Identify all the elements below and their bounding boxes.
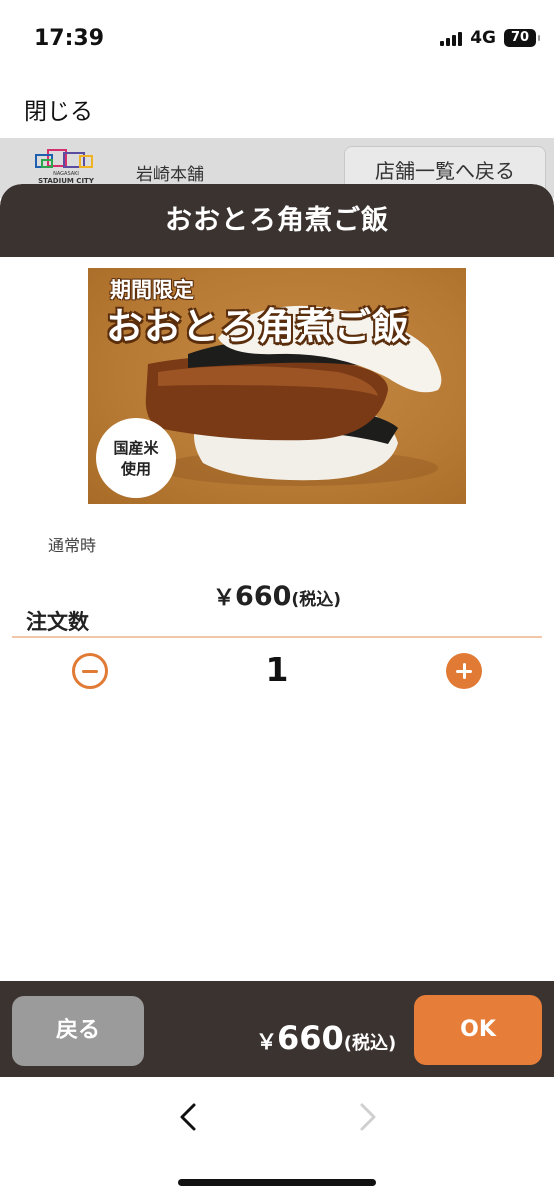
signal-icon <box>440 30 463 46</box>
total-tax: (税込) <box>343 1033 397 1054</box>
product-image: 期間限定 おおとろ角煮ご飯 国産米 使用 <box>88 268 466 504</box>
domestic-rice-badge: 国産米 使用 <box>96 418 176 498</box>
quantity-label: 注文数 <box>26 610 89 634</box>
price-symbol: ￥ <box>213 586 236 611</box>
image-main-text: おおとろ角煮ご飯 <box>106 305 410 348</box>
ok-button[interactable]: OK <box>414 995 542 1065</box>
battery-icon: 70 <box>504 29 540 47</box>
stadium-city-logo: NAGASAKI STADIUM CITY <box>28 146 104 186</box>
network-type: 4G <box>470 28 496 48</box>
status-time: 17:39 <box>34 26 105 51</box>
status-indicators: 4G 70 <box>440 28 540 48</box>
price-value: 660 <box>235 581 292 612</box>
status-bar: 17:39 4G 70 <box>0 0 554 80</box>
close-button[interactable]: 閉じる <box>24 92 93 126</box>
store-name: 岩崎本舗 <box>136 165 204 185</box>
normal-price-label: 通常時 <box>48 536 97 555</box>
back-button[interactable]: 戻る <box>12 996 144 1066</box>
total-value: 660 <box>277 1019 344 1057</box>
home-indicator <box>178 1179 376 1186</box>
order-footer: 戻る ￥660(税込) OK <box>0 981 554 1077</box>
total-price: ￥660(税込) <box>256 1019 396 1057</box>
browser-toolbar <box>0 1077 554 1199</box>
price-tax: (税込) <box>291 590 341 610</box>
quantity-divider <box>12 636 542 638</box>
plus-circle-icon[interactable] <box>446 653 482 689</box>
product-title: おおとろ角煮ご飯 <box>0 184 554 257</box>
badge-line2: 使用 <box>120 460 151 478</box>
total-symbol: ￥ <box>256 1030 277 1054</box>
chevron-left-icon[interactable] <box>170 1099 206 1135</box>
badge-line1: 国産米 <box>113 439 159 457</box>
chevron-right-icon[interactable] <box>350 1099 386 1135</box>
